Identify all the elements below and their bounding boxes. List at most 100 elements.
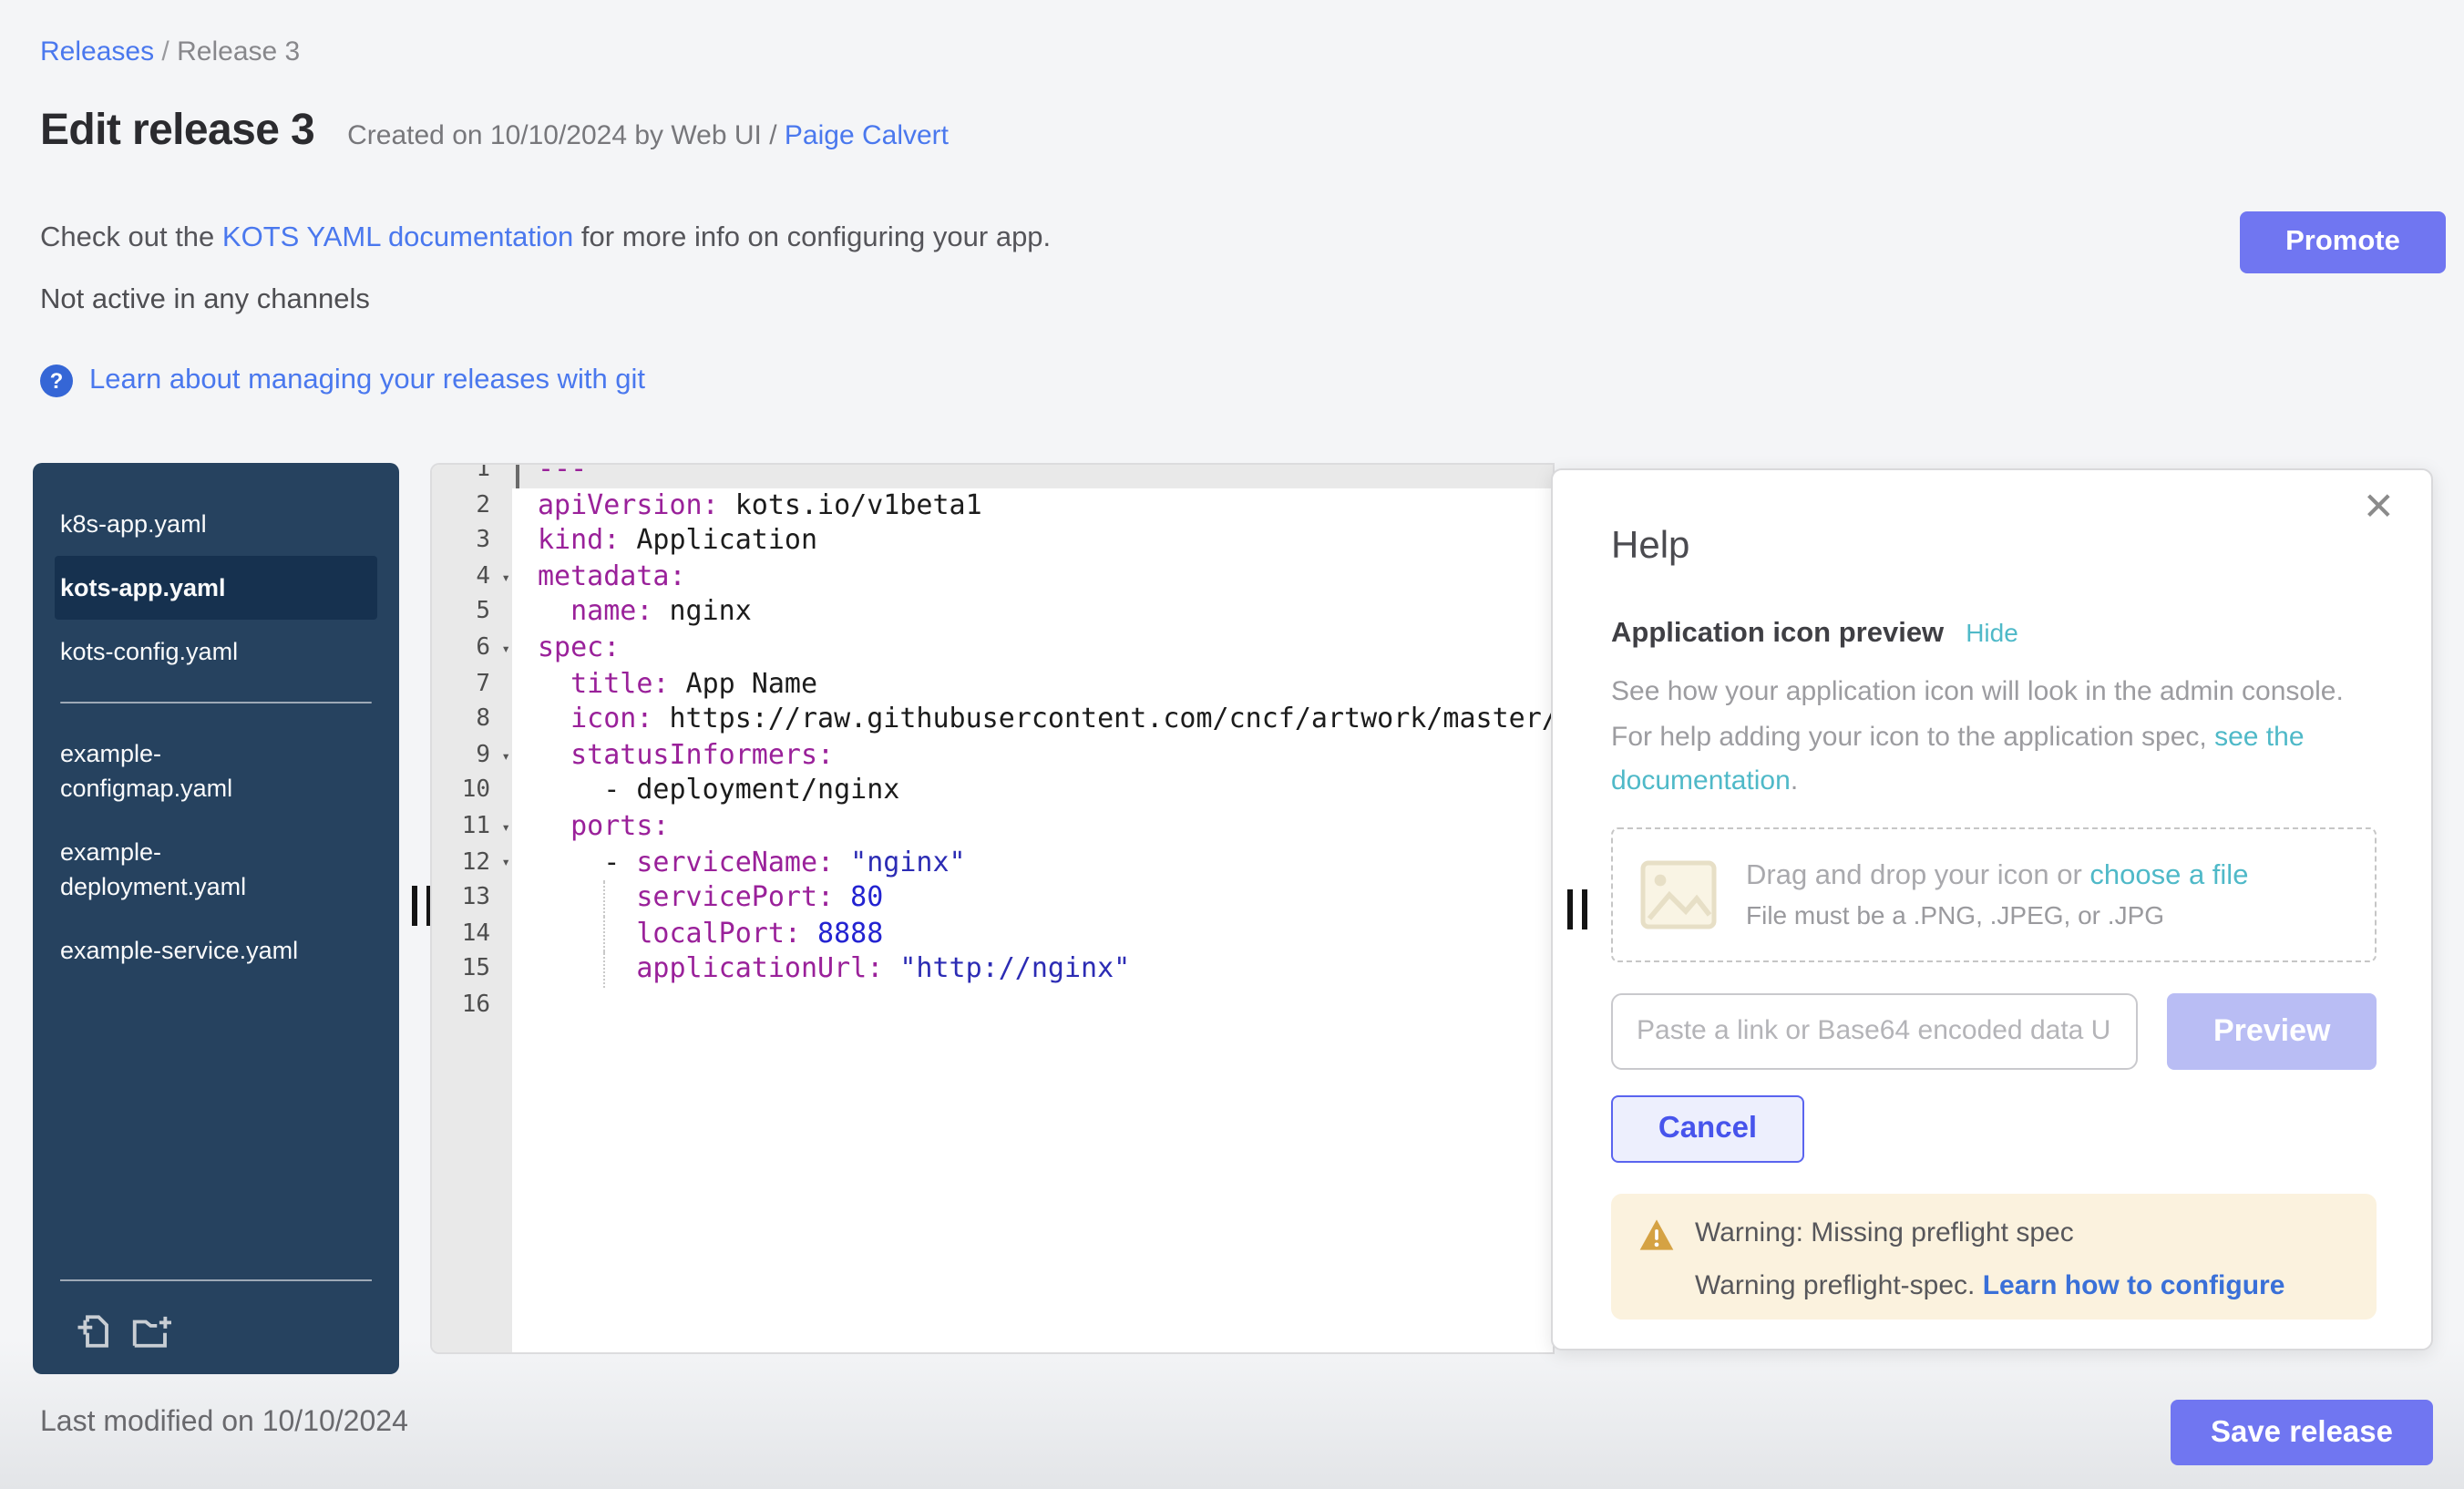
gutter-line-number[interactable]: 11▾ bbox=[432, 809, 512, 845]
code-line-4[interactable]: 4▾metadata: bbox=[432, 560, 1553, 595]
code-line-1[interactable]: 1--- bbox=[432, 463, 1553, 488]
code-text bbox=[512, 988, 1553, 1023]
code-line-15[interactable]: 15 applicationUrl: "http://nginx" bbox=[432, 952, 1553, 988]
text-cursor bbox=[516, 463, 518, 488]
fold-arrow-icon[interactable]: ▾ bbox=[501, 818, 510, 835]
code-line-11[interactable]: 11▾ ports: bbox=[432, 809, 1553, 845]
code-text: apiVersion: kots.io/v1beta1 bbox=[512, 488, 1553, 523]
fold-arrow-icon[interactable]: ▾ bbox=[501, 641, 510, 657]
icon-url-input[interactable] bbox=[1611, 992, 2138, 1069]
warning-detail: Warning preflight-spec. Learn how to con… bbox=[1695, 1269, 2284, 1300]
code-line-6[interactable]: 6▾spec: bbox=[432, 631, 1553, 666]
code-text: spec: bbox=[512, 631, 1553, 666]
icon-dropzone[interactable]: Drag and drop your icon or choose a file… bbox=[1611, 827, 2377, 961]
created-meta: Created on 10/10/2024 by Web UI / Paige … bbox=[347, 120, 949, 151]
code-line-3[interactable]: 3kind: Application bbox=[432, 523, 1553, 559]
code-text: kind: Application bbox=[512, 523, 1553, 559]
code-line-9[interactable]: 9▾ statusInformers: bbox=[432, 738, 1553, 774]
fold-arrow-icon[interactable]: ▾ bbox=[501, 569, 510, 585]
code-line-13[interactable]: 13 servicePort: 80 bbox=[432, 880, 1553, 916]
code-lines: 1---2apiVersion: kots.io/v1beta13kind: A… bbox=[432, 463, 1553, 1023]
title-row: Edit release 3 Created on 10/10/2024 by … bbox=[40, 106, 949, 157]
file-item-kots-app.yaml[interactable]: kots-app.yaml bbox=[55, 556, 377, 620]
dropzone-hint: File must be a .PNG, .JPEG, or .JPG bbox=[1746, 899, 2248, 929]
sidebar-resize-handle[interactable] bbox=[412, 886, 432, 926]
kots-yaml-docs-link[interactable]: KOTS YAML documentation bbox=[222, 222, 573, 253]
code-text: servicePort: 80 bbox=[512, 880, 1553, 916]
code-line-10[interactable]: 10 - deployment/nginx bbox=[432, 774, 1553, 809]
promote-button[interactable]: Promote bbox=[2240, 211, 2446, 273]
file-item-example-service.yaml[interactable]: example-service.yaml bbox=[55, 919, 377, 982]
last-modified-text: Last modified on 10/10/2024 bbox=[40, 1407, 408, 1440]
code-line-16[interactable]: 16 bbox=[432, 988, 1553, 1023]
gutter-line-number[interactable]: 16 bbox=[432, 988, 512, 1023]
breadcrumb-releases-link[interactable]: Releases bbox=[40, 36, 154, 67]
warning-icon bbox=[1638, 1217, 1675, 1251]
page-title: Edit release 3 bbox=[40, 106, 314, 157]
code-text: applicationUrl: "http://nginx" bbox=[512, 952, 1553, 988]
git-releases-link[interactable]: Learn about managing your releases with … bbox=[89, 365, 645, 397]
gutter-line-number[interactable]: 10 bbox=[432, 774, 512, 809]
icon-preview-section-header: Application icon preview Hide bbox=[1611, 618, 2377, 651]
code-line-8[interactable]: 8 icon: https://raw.githubusercontent.co… bbox=[432, 702, 1553, 737]
gutter-line-number[interactable]: 2 bbox=[432, 488, 512, 523]
choose-file-link[interactable]: choose a file bbox=[2089, 859, 2248, 890]
gutter-line-number[interactable]: 9▾ bbox=[432, 738, 512, 774]
file-item-example-configmap.yaml[interactable]: example-configmap.yaml bbox=[55, 722, 377, 820]
question-icon: ? bbox=[40, 365, 73, 397]
file-item-kots-config.yaml[interactable]: kots-config.yaml bbox=[55, 620, 377, 683]
gutter-line-number[interactable]: 3 bbox=[432, 523, 512, 559]
code-line-7[interactable]: 7 title: App Name bbox=[432, 666, 1553, 702]
file-group-divider bbox=[60, 702, 372, 703]
code-line-12[interactable]: 12▾ - serviceName: "nginx" bbox=[432, 845, 1553, 880]
file-item-k8s-app.yaml[interactable]: k8s-app.yaml bbox=[55, 492, 377, 556]
cancel-button[interactable]: Cancel bbox=[1611, 1094, 1804, 1162]
save-release-button[interactable]: Save release bbox=[2171, 1400, 2433, 1465]
author-link[interactable]: Paige Calvert bbox=[785, 120, 949, 151]
gutter-line-number[interactable]: 4▾ bbox=[432, 560, 512, 595]
learn-configure-link[interactable]: Learn how to configure bbox=[1983, 1269, 2285, 1300]
preview-button[interactable]: Preview bbox=[2167, 992, 2377, 1069]
help-title: Help bbox=[1611, 525, 2377, 569]
breadcrumb-current: Release 3 bbox=[177, 36, 300, 67]
gutter-line-number[interactable]: 5 bbox=[432, 595, 512, 631]
code-text: - serviceName: "nginx" bbox=[512, 845, 1553, 880]
hide-link[interactable]: Hide bbox=[1966, 618, 2018, 647]
sidebar-footer bbox=[33, 1279, 399, 1374]
release-editor-page: Releases / Release 3 Edit release 3 Crea… bbox=[0, 0, 2464, 1489]
screen: Releases / Release 3 Edit release 3 Crea… bbox=[0, 0, 2464, 1489]
dropzone-text: Drag and drop your icon or choose a file bbox=[1746, 859, 2248, 892]
fold-arrow-icon[interactable]: ▾ bbox=[501, 747, 510, 764]
section-title: Application icon preview bbox=[1611, 618, 1944, 651]
code-text: --- bbox=[512, 463, 1553, 488]
code-text: icon: https://raw.githubusercontent.com/… bbox=[512, 702, 1553, 737]
channel-status-text: Not active in any channels bbox=[40, 284, 370, 317]
gutter-line-number[interactable]: 13 bbox=[432, 880, 512, 916]
gutter-line-number[interactable]: 1 bbox=[432, 463, 512, 488]
gutter-line-number[interactable]: 7 bbox=[432, 666, 512, 702]
breadcrumb-separator: / bbox=[154, 36, 177, 67]
code-line-2[interactable]: 2apiVersion: kots.io/v1beta1 bbox=[432, 488, 1553, 523]
add-folder-icon[interactable] bbox=[129, 1312, 175, 1350]
fold-arrow-icon[interactable]: ▾ bbox=[501, 855, 510, 871]
gutter-line-number[interactable]: 12▾ bbox=[432, 845, 512, 880]
gutter-line-number[interactable]: 6▾ bbox=[432, 631, 512, 666]
sidebar-footer-divider bbox=[60, 1279, 372, 1281]
help-resize-handle[interactable] bbox=[1567, 889, 1587, 929]
file-item-example-deployment.yaml[interactable]: example-deployment.yaml bbox=[55, 820, 377, 919]
code-line-5[interactable]: 5 name: nginx bbox=[432, 595, 1553, 631]
code-line-14[interactable]: 14 localPort: 8888 bbox=[432, 916, 1553, 951]
docs-line: Check out the KOTS YAML documentation fo… bbox=[40, 222, 1051, 255]
warning-title: Warning: Missing preflight spec bbox=[1695, 1217, 2284, 1248]
gutter-line-number[interactable]: 15 bbox=[432, 952, 512, 988]
add-file-icon[interactable] bbox=[75, 1312, 113, 1350]
description-suffix: . bbox=[1791, 765, 1798, 796]
gutter-line-number[interactable]: 8 bbox=[432, 702, 512, 737]
close-icon[interactable]: ✕ bbox=[2363, 488, 2395, 527]
indent-guide bbox=[603, 880, 605, 916]
yaml-code-editor[interactable]: 1---2apiVersion: kots.io/v1beta13kind: A… bbox=[430, 463, 1555, 1354]
breadcrumb: Releases / Release 3 bbox=[40, 36, 300, 67]
code-text: localPort: 8888 bbox=[512, 916, 1553, 951]
gutter-line-number[interactable]: 14 bbox=[432, 916, 512, 951]
docs-line-suffix: for more info on configuring your app. bbox=[573, 222, 1051, 253]
